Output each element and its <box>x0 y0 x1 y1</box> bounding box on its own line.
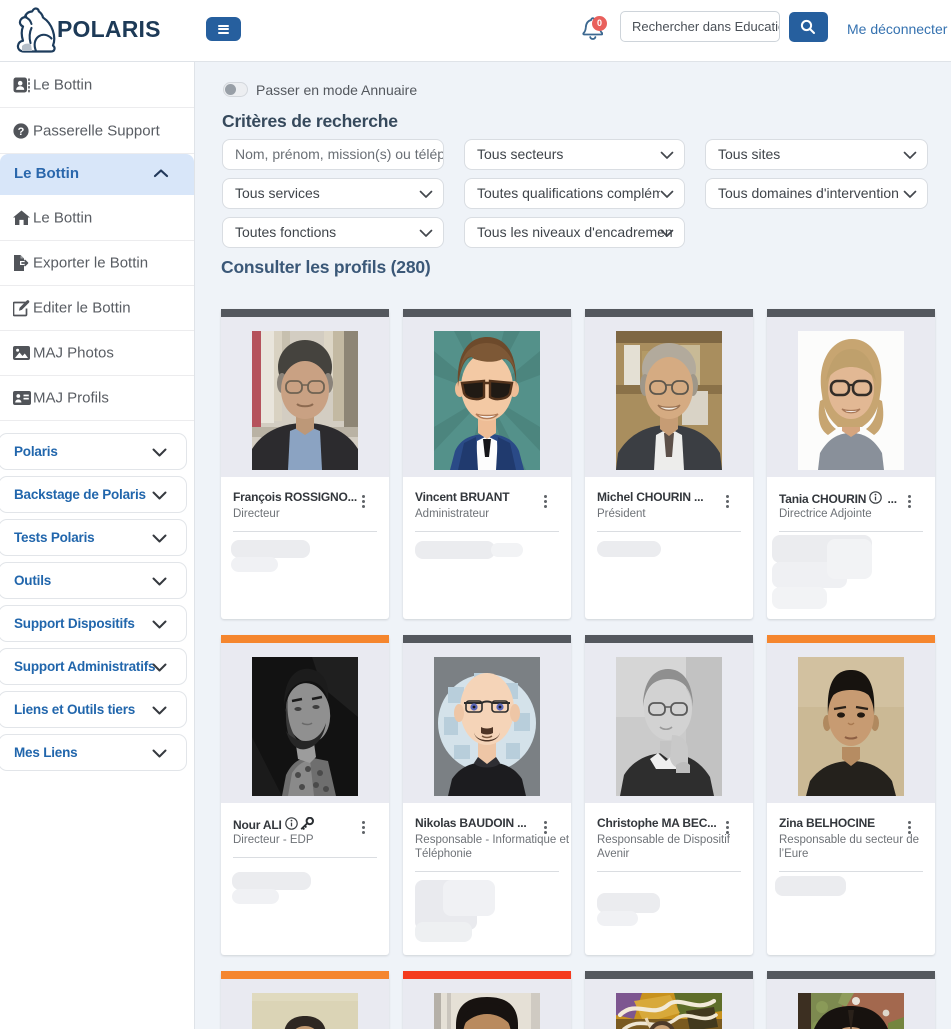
svg-text:?: ? <box>18 126 25 138</box>
